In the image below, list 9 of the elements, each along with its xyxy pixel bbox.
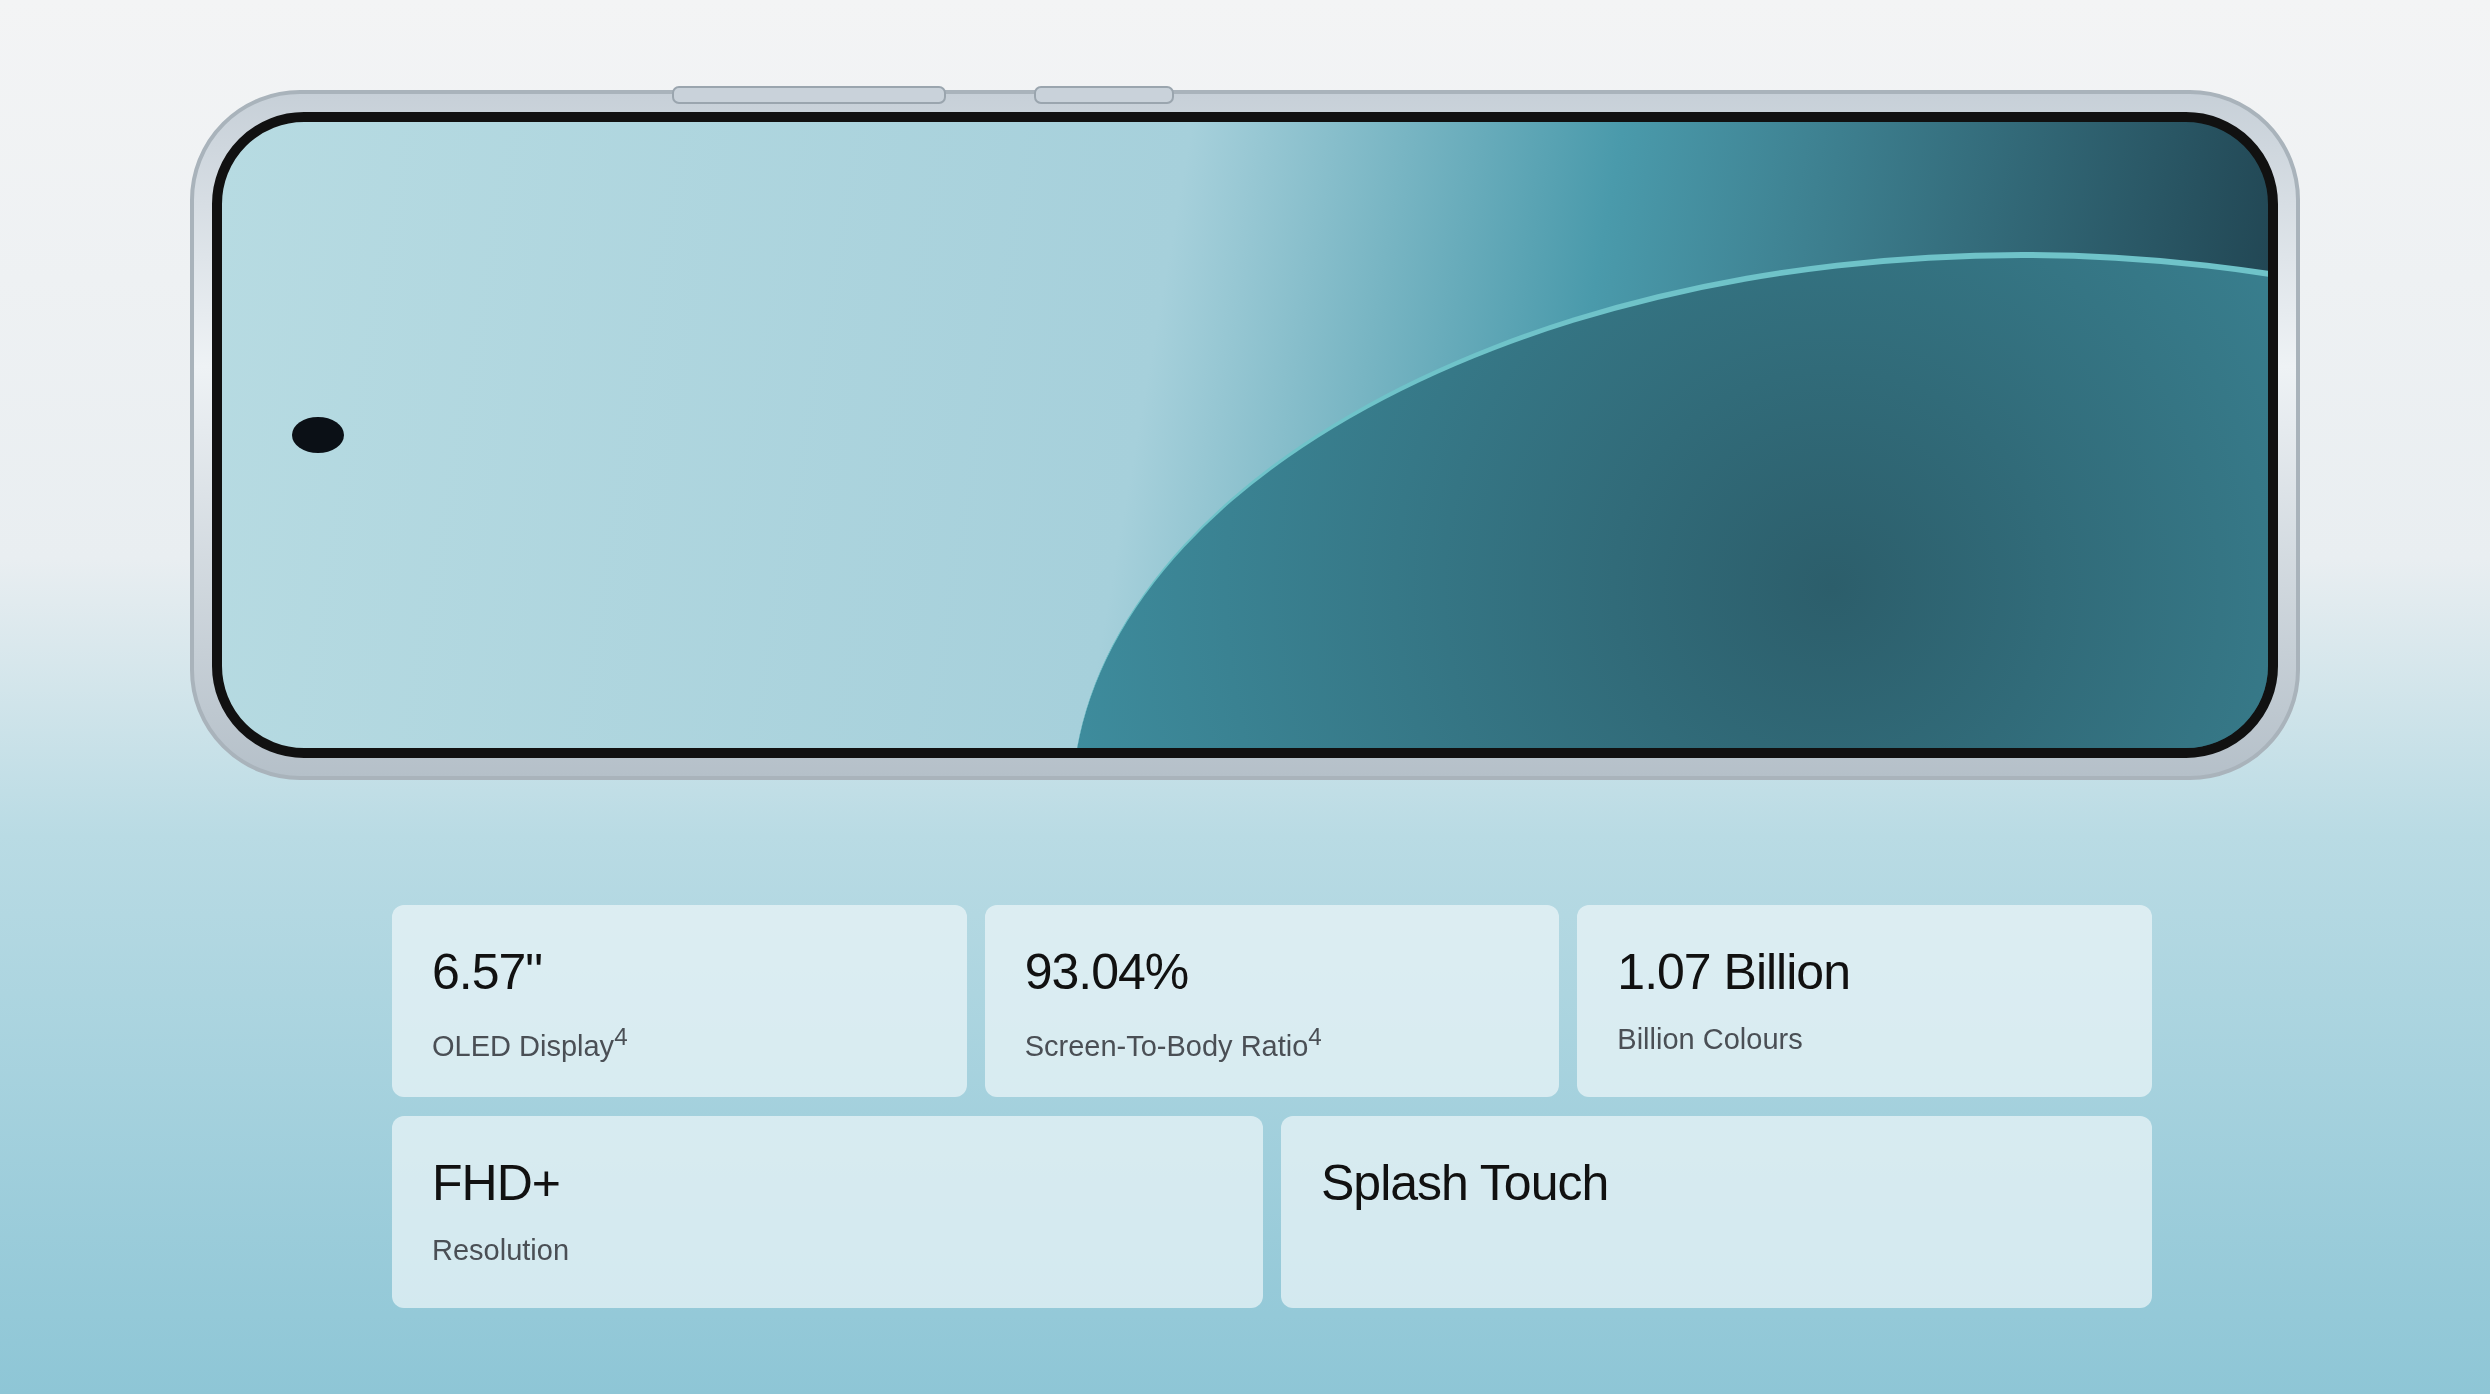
spec-value: FHD+ [432, 1154, 561, 1212]
spec-value: 6.57" [432, 943, 544, 1001]
spec-label: OLED Display$^{4}$ [432, 1023, 629, 1063]
spec-value: Splash Touch [1321, 1154, 1610, 1212]
spec-label: Resolution [432, 1234, 571, 1267]
spec-value: 93.04% [1024, 943, 1190, 1001]
spec-label: Screen-To-Body Ratio$^{4}$ [1024, 1023, 1323, 1063]
spec-value: 1.07 Billion [1617, 943, 1851, 1001]
spec-label: Billion Colours [1617, 1023, 1804, 1056]
